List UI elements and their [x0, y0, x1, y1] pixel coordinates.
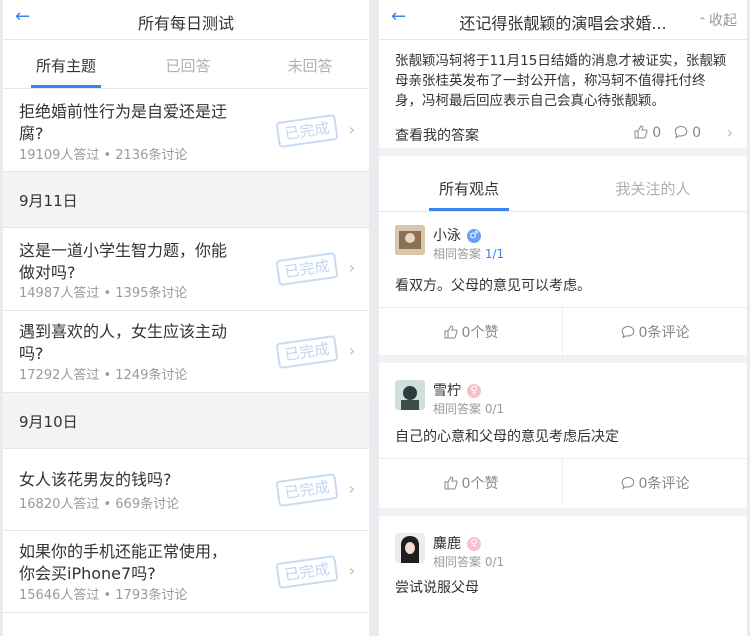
card-actions: 0个赞 0条评论 — [379, 458, 747, 507]
same-answer-count: 0/1 — [484, 402, 505, 416]
comment-label: 0条评论 — [638, 325, 690, 341]
item-meta: 14987人答过 • 1395条讨论 — [19, 286, 188, 301]
opinion-tabs: 所有观点 我关注的人 — [379, 164, 747, 212]
collapse-button[interactable]: ⌃ 收起 — [698, 10, 737, 30]
like-button[interactable]: 0个赞 — [379, 322, 563, 343]
avatar[interactable] — [395, 533, 425, 563]
opinion-text: 尝试说服父母 — [395, 580, 479, 596]
collapse-label: 收起 — [709, 13, 737, 29]
chevron-right-icon: › — [348, 258, 355, 277]
completed-stamp: 已完成 — [275, 251, 339, 287]
opinion-text: 自己的心意和父母的意见考虑后决定 — [395, 429, 619, 445]
back-arrow-icon[interactable]: ← — [391, 6, 406, 27]
my-answer-row[interactable]: 查看我的答案 0 0 › — [379, 112, 747, 156]
opinion-text: 看双方。父母的意见可以考虑。 — [395, 278, 591, 294]
tab-unanswered[interactable]: 未回答 — [265, 55, 355, 76]
username-text: 雪柠 — [433, 383, 461, 399]
same-answer-count: 0/1 — [484, 555, 505, 569]
date-label: 9月11日 — [19, 192, 78, 210]
opinion-card: 雪柠 ♀ 相同答案 0/1 自己的心意和父母的意见考虑后决定 0个赞 0条评论 — [379, 368, 747, 516]
comment-icon — [674, 125, 688, 143]
question-title: 还记得张靓颖的演唱会求婚... — [459, 14, 667, 33]
active-tab-indicator — [429, 208, 509, 211]
tab-followed-people[interactable]: 我关注的人 — [593, 178, 713, 199]
list-item[interactable]: 这是一道小学生智力题，你能做对吗? 14987人答过 • 1395条讨论 已完成… — [3, 228, 369, 311]
chevron-up-icon: ⌃ — [697, 15, 707, 28]
chevron-right-icon: › — [348, 120, 355, 139]
tab-all-opinions[interactable]: 所有观点 — [409, 178, 529, 199]
female-gender-icon: ♀ — [467, 384, 481, 398]
card-actions: 0个赞 0条评论 — [379, 307, 747, 356]
item-title: 拒绝婚前性行为是自爱还是迂腐? — [19, 102, 228, 143]
item-meta: 15646人答过 • 1793条讨论 — [19, 588, 188, 603]
page-title: 所有每日测试 — [137, 14, 234, 33]
like-label: 0个赞 — [461, 325, 499, 341]
male-gender-icon: ♂ — [467, 229, 481, 243]
item-meta: 19109人答过 • 2136条讨论 — [19, 148, 188, 163]
list-item[interactable]: 女人该花男友的钱吗? 16820人答过 • 669条讨论 已完成 › — [3, 449, 369, 531]
completed-stamp: 已完成 — [275, 113, 339, 149]
active-tab-indicator — [31, 85, 101, 88]
question-detail-panel: ← 还记得张靓颖的演唱会求婚... ⌃ 收起 张靓颖冯轲将于11月15日结婚的消息… — [379, 0, 747, 636]
tab-all-topics[interactable]: 所有主题 — [21, 55, 111, 76]
date-divider: 9月11日 — [3, 172, 369, 228]
list-item[interactable]: 如果你的手机还能正常使用，你会买iPhone7吗? 15646人答过 • 179… — [3, 531, 369, 613]
question-stats: 0 0 — [634, 125, 701, 143]
completed-stamp: 已完成 — [275, 554, 339, 590]
comment-icon — [621, 476, 635, 494]
same-answer-info: 相同答案 0/1 — [433, 400, 504, 417]
username[interactable]: 雪柠 ♀ — [433, 380, 481, 400]
item-title: 这是一道小学生智力题，你能做对吗? — [19, 241, 228, 282]
comment-label: 0条评论 — [638, 476, 690, 492]
date-label: 9月10日 — [19, 413, 78, 431]
item-title: 遇到喜欢的人，女生应该主动吗? — [19, 322, 228, 363]
comment-icon — [621, 325, 635, 343]
completed-stamp: 已完成 — [275, 472, 339, 508]
date-divider: 9月10日 — [3, 393, 369, 449]
list-item[interactable]: 遇到喜欢的人，女生应该主动吗? 17292人答过 • 1249条讨论 已完成 › — [3, 311, 369, 393]
view-my-answer-link[interactable]: 查看我的答案 — [395, 125, 479, 145]
header-bar: ← 所有每日测试 — [3, 0, 369, 40]
username-text: 麋鹿 — [433, 536, 461, 552]
like-label: 0个赞 — [461, 476, 499, 492]
chevron-right-icon: › — [348, 561, 355, 580]
chevron-right-icon: › — [348, 479, 355, 498]
topic-tabs: 所有主题 已回答 未回答 — [3, 41, 369, 89]
like-count: 0 — [652, 125, 662, 141]
username-text: 小泳 — [433, 228, 461, 244]
item-meta: 16820人答过 • 669条讨论 — [19, 497, 180, 512]
thumbs-up-icon — [444, 325, 458, 343]
question-description: 张靓颖冯轲将于11月15日结婚的消息才被证实，张靓颖母亲张桂英发布了一封公开信，… — [395, 53, 727, 109]
like-button[interactable]: 0个赞 — [379, 473, 563, 494]
chevron-right-icon: › — [348, 341, 355, 360]
thumbs-up-icon — [634, 125, 648, 143]
comment-count: 0 — [692, 125, 701, 141]
comment-button[interactable]: 0条评论 — [563, 473, 747, 494]
thumbs-up-icon — [444, 476, 458, 494]
same-answer-label: 相同答案 — [433, 555, 482, 569]
same-answer-info: 相同答案 1/1 — [433, 245, 504, 262]
item-title: 如果你的手机还能正常使用，你会买iPhone7吗? — [19, 542, 228, 583]
comment-button[interactable]: 0条评论 — [563, 322, 747, 343]
item-meta: 17292人答过 • 1249条讨论 — [19, 368, 188, 383]
item-title: 女人该花男友的钱吗? — [19, 470, 172, 489]
avatar[interactable] — [395, 380, 425, 410]
same-answer-info: 相同答案 0/1 — [433, 553, 504, 570]
same-answer-count: 1/1 — [484, 247, 505, 261]
tab-answered[interactable]: 已回答 — [143, 55, 233, 76]
list-item[interactable]: 拒绝婚前性行为是自爱还是迂腐? 19109人答过 • 2136条讨论 已完成 › — [3, 90, 369, 172]
same-answer-label: 相同答案 — [433, 402, 482, 416]
female-gender-icon: ♀ — [467, 537, 481, 551]
header-bar: ← 还记得张靓颖的演唱会求婚... ⌃ 收起 — [379, 0, 747, 40]
username[interactable]: 小泳 ♂ — [433, 225, 481, 245]
completed-stamp: 已完成 — [275, 334, 339, 370]
avatar[interactable] — [395, 225, 425, 255]
opinion-card: 麋鹿 ♀ 相同答案 0/1 尝试说服父母 — [379, 521, 747, 636]
username[interactable]: 麋鹿 ♀ — [433, 533, 481, 553]
daily-tests-panel: ← 所有每日测试 所有主题 已回答 未回答 拒绝婚前性行为是自爱还是迂腐? 19… — [3, 0, 369, 636]
chevron-right-icon: › — [726, 123, 733, 142]
opinion-card: 小泳 ♂ 相同答案 1/1 看双方。父母的意见可以考虑。 0个赞 0条评论 — [379, 213, 747, 363]
same-answer-label: 相同答案 — [433, 247, 482, 261]
